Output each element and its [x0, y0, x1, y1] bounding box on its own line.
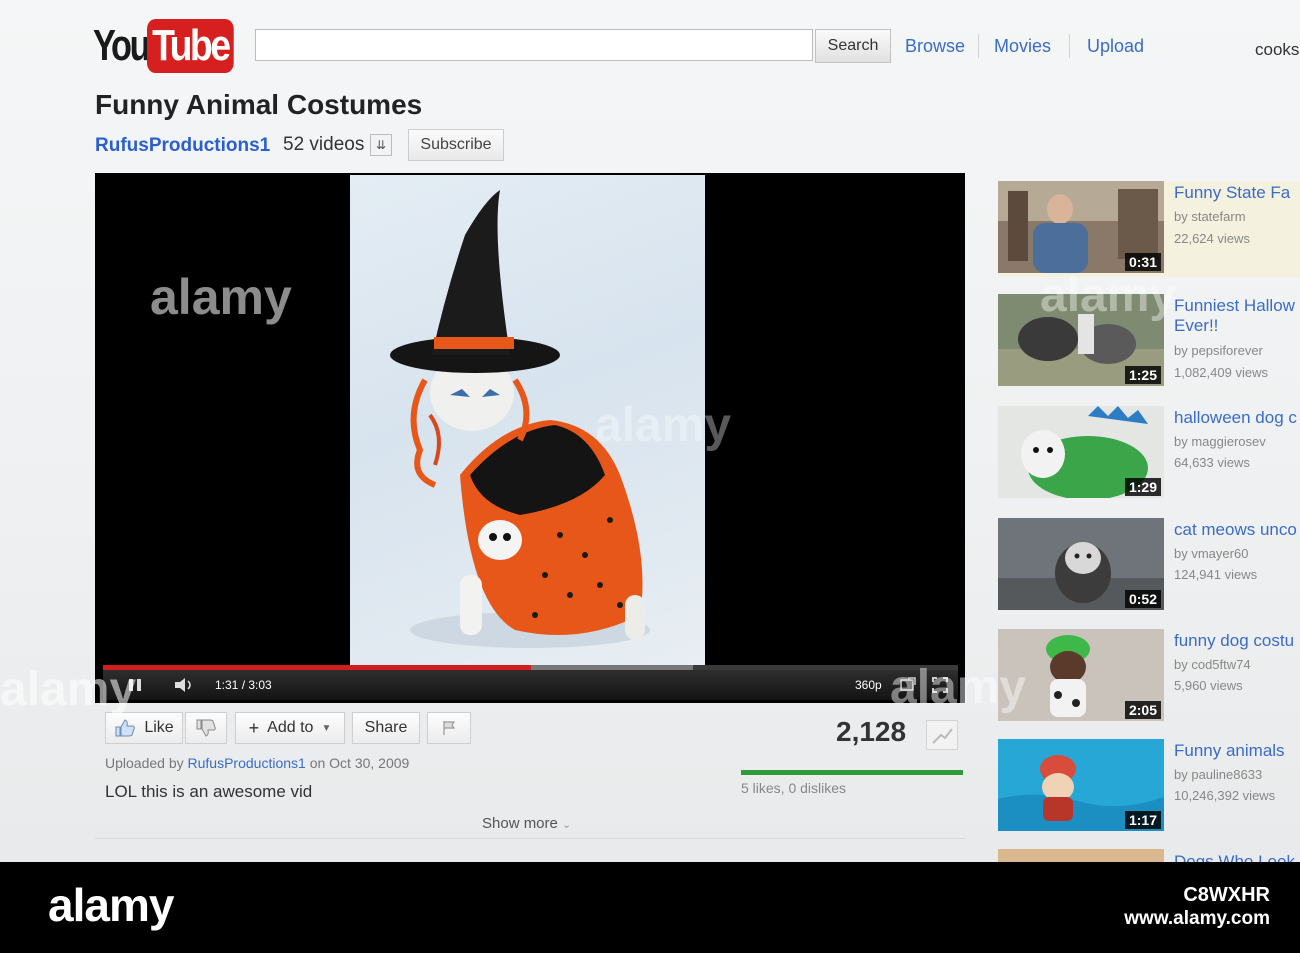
quality-button[interactable]: 360p [855, 678, 882, 692]
search-button[interactable]: Search [815, 29, 891, 63]
related-video[interactable]: 2:05 funny dog costu by cod5ftw74 5,960 … [998, 629, 1300, 725]
related-thumbnail[interactable]: 1:17 [998, 739, 1164, 831]
player-controls: 1:31 / 3:03 360p [103, 670, 958, 700]
video-duration: 1:29 [1124, 478, 1161, 496]
watermark-text: alamy [150, 269, 292, 325]
related-uploader: by statefarm [1174, 209, 1246, 224]
related-video[interactable]: 0:52 cat meows unco by vmayer60 124,941 … [998, 518, 1300, 614]
related-thumbnail[interactable] [998, 849, 1164, 862]
related-views: 124,941 views [1174, 567, 1258, 582]
related-views: 1,082,409 views [1174, 365, 1268, 380]
watermark-text: alamy [595, 399, 732, 452]
speaker-icon [175, 678, 191, 692]
related-title[interactable]: halloween dog c [1174, 408, 1300, 428]
video-count: 52 videos [283, 134, 365, 155]
add-to-button[interactable]: + Add to ▼ [235, 712, 345, 744]
stats-button[interactable] [926, 720, 958, 750]
related-video[interactable]: Dogs Who Look [998, 849, 1300, 862]
like-label: Like [144, 719, 174, 736]
nav-upload[interactable]: Upload [1087, 36, 1144, 57]
related-thumbnail[interactable]: 0:52 [998, 518, 1164, 610]
related-title[interactable]: funny dog costu [1174, 631, 1300, 651]
chevron-down-icon: ⇊ [375, 138, 387, 152]
video-duration: 1:17 [1124, 811, 1161, 829]
related-title[interactable]: Funny State Fa [1174, 183, 1300, 203]
flag-button[interactable] [427, 712, 471, 744]
time-display: 1:31 / 3:03 [215, 678, 272, 692]
watermark-text: alamy [0, 663, 137, 716]
search-input[interactable] [255, 29, 813, 61]
uploaded-line: Uploaded by RufusProductions1 on Oct 30,… [105, 755, 409, 771]
related-uploader: by pepsiforever [1174, 343, 1263, 358]
youtube-logo[interactable]: You Tube [93, 18, 249, 74]
logo-you-text: You [93, 21, 151, 70]
stock-footer-band [0, 862, 1300, 953]
nav-browse[interactable]: Browse [905, 36, 965, 57]
nav-movies[interactable]: Movies [994, 36, 1051, 57]
video-description: LOL this is an awesome vid [105, 782, 313, 801]
related-title-line2: Ever!! [1174, 316, 1219, 335]
channel-dropdown-button[interactable]: ⇊ [370, 134, 392, 156]
nav-separator [1069, 34, 1070, 58]
related-views: 64,633 views [1174, 455, 1250, 470]
add-to-label: Add to [267, 719, 314, 736]
related-thumbnail[interactable]: 1:29 [998, 406, 1164, 498]
thumbs-down-icon [196, 719, 216, 737]
channel-link[interactable]: RufusProductions1 [95, 135, 270, 157]
uploaded-prefix: Uploaded by [105, 755, 184, 771]
related-uploader: by pauline8633 [1174, 767, 1263, 782]
related-title[interactable]: Dogs Who Look [1174, 852, 1300, 862]
share-button[interactable]: Share [352, 712, 420, 744]
uploaded-date: on Oct 30, 2009 [309, 755, 410, 771]
related-views: 5,960 views [1174, 678, 1243, 693]
video-player[interactable]: 1:31 / 3:03 360p [95, 173, 965, 703]
like-ratio-bar [741, 770, 963, 775]
watermark-text: alamy [890, 661, 1027, 714]
related-views: 10,246,392 views [1174, 788, 1276, 803]
video-duration: 1:25 [1124, 366, 1161, 384]
plus-icon: + [248, 717, 260, 738]
related-title-line1: Funniest Hallow [1174, 296, 1295, 315]
related-uploader: by vmayer60 [1174, 546, 1249, 561]
nav-separator [978, 34, 979, 58]
related-uploader: by cod5ftw74 [1174, 657, 1251, 672]
related-title[interactable]: Funny animals [1174, 741, 1300, 761]
flag-icon [443, 721, 456, 735]
thumbs-up-icon [115, 719, 136, 737]
video-duration: 2:05 [1124, 701, 1161, 719]
show-more-label: Show more [482, 815, 558, 832]
divider [95, 838, 965, 839]
show-more-button[interactable]: Show more ⌄ [482, 815, 571, 832]
related-video[interactable]: 0:31 Funny State Fa by statefarm 22,624 … [998, 181, 1300, 277]
view-count: 2,128 [836, 716, 907, 747]
volume-button[interactable] [173, 676, 195, 694]
user-menu[interactable]: cooks [1255, 40, 1299, 60]
related-video[interactable]: 1:17 Funny animals by pauline8633 10,246… [998, 739, 1300, 835]
dislike-button[interactable] [185, 712, 227, 744]
stock-url: www.alamy.com [1124, 908, 1270, 929]
logo-tube-text: Tube [147, 19, 234, 73]
caret-down-icon: ▼ [321, 722, 332, 734]
related-thumbnail[interactable]: 0:31 [998, 181, 1164, 273]
chevron-down-icon: ⌄ [562, 819, 572, 831]
browser-screen: You Tube Search Browse Movies Upload coo… [0, 0, 1300, 862]
watermark-text: alamy [1040, 269, 1177, 322]
related-title[interactable]: Funniest Hallow Ever!! [1174, 296, 1300, 336]
subscribe-button[interactable]: Subscribe [408, 129, 504, 161]
related-title[interactable]: cat meows unco [1174, 520, 1300, 540]
video-title: Funny Animal Costumes [95, 89, 423, 120]
related-uploader: by maggierosev [1174, 434, 1266, 449]
related-views: 22,624 views [1174, 231, 1250, 246]
related-video[interactable]: 1:29 halloween dog c by maggierosev 64,6… [998, 406, 1300, 502]
stock-logo: alamy [48, 879, 174, 931]
stock-image-id: C8WXHR [1183, 884, 1270, 906]
like-stats: 5 likes, 0 dislikes [741, 780, 847, 796]
uploader-link[interactable]: RufusProductions1 [188, 755, 306, 771]
chart-icon [932, 728, 953, 744]
video-duration: 0:52 [1124, 590, 1161, 608]
